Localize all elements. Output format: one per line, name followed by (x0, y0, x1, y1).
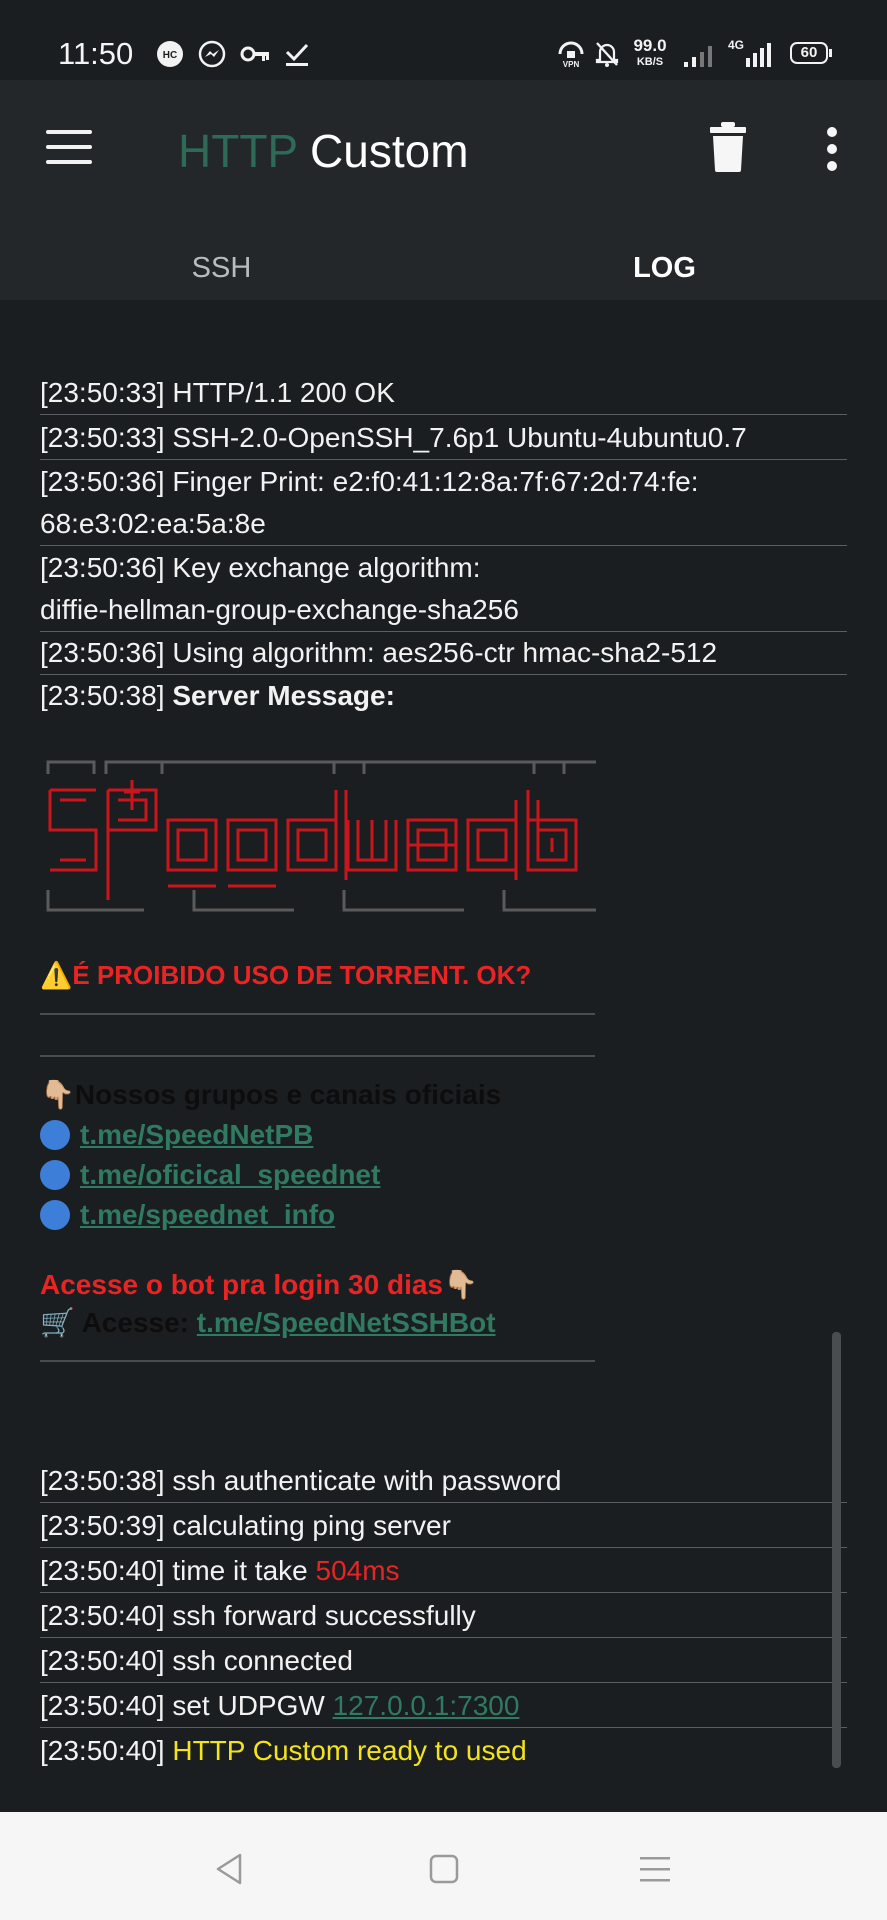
app-title: HTTP Custom (178, 124, 469, 178)
home-icon[interactable] (427, 1852, 461, 1886)
log-text: Finger Print: e2:f0:41:12:8a:7f:67:2d:74… (172, 466, 699, 497)
log-time: [23:50:40] (40, 1735, 165, 1766)
server-message-label: Server Message: (172, 680, 395, 711)
status-bar: 11:50 HC VPN 99.0 KB/S 4G 60 (0, 0, 887, 80)
log-entry: [23:50:40] time it take 504ms (40, 1550, 847, 1593)
log-text: ssh forward successfully (172, 1600, 476, 1631)
hc-icon: HC (157, 41, 183, 67)
log-time: [23:50:40] (40, 1690, 165, 1721)
net-speed: 99.0 KB/S (630, 36, 670, 70)
divider (40, 1360, 595, 1362)
battery-tip (829, 49, 832, 57)
log-time: [23:50:39] (40, 1510, 165, 1541)
log-entry: [23:50:40] set UDPGW 127.0.0.1:7300 (40, 1685, 847, 1728)
messenger-icon (198, 40, 226, 68)
net-type: 4G (728, 38, 745, 52)
log-text: HTTP/1.1 200 OK (172, 377, 395, 408)
globe-icon (40, 1160, 70, 1190)
log-entry: [23:50:40] ssh forward successfully (40, 1595, 847, 1638)
app-bar: HTTP Custom SSH LOG (0, 80, 887, 333)
divider (40, 1013, 595, 1015)
log-entry: [23:50:40] ssh connected (40, 1640, 847, 1683)
log-panel: [23:50:33] HTTP/1.1 200 OK [23:50:33] SS… (0, 300, 887, 1812)
udpgw-link[interactable]: 127.0.0.1:7300 (333, 1690, 520, 1721)
group-link-text[interactable]: t.me/oficical_speednet (80, 1159, 380, 1190)
battery-icon: 60 (790, 42, 828, 64)
divider (40, 1055, 595, 1057)
log-time: [23:50:38] (40, 1465, 165, 1496)
log-scrollbar[interactable] (832, 1332, 841, 1768)
status-time: 11:50 (58, 36, 134, 71)
log-time: [23:50:36] (40, 552, 165, 583)
log-entry: [23:50:36] Finger Print: e2:f0:41:12:8a:… (40, 461, 847, 546)
log-time: [23:50:36] (40, 637, 165, 668)
log-text-cont: 68:e3:02:ea:5a:8e (40, 508, 266, 539)
log-time: [23:50:33] (40, 422, 165, 453)
group-link[interactable]: t.me/speednet_info (40, 1195, 335, 1235)
log-entry: [23:50:39] calculating ping server (40, 1505, 847, 1548)
log-text: Using algorithm: aes256-ctr hmac-sha2-51… (172, 637, 718, 668)
torrent-warning: ⚠️É PROIBIDO USO DE TORRENT. OK? (40, 960, 532, 990)
tab-log[interactable]: LOG (443, 252, 886, 285)
battery-level: 60 (800, 44, 818, 61)
svg-text:VPN: VPN (563, 60, 580, 68)
bot-link[interactable]: t.me/SpeedNetSSHBot (197, 1307, 496, 1338)
key-icon (240, 46, 269, 62)
speednet-banner-art (46, 760, 596, 912)
download-done-icon (285, 43, 309, 66)
log-text-cont: diffie-hellman-group-exchange-sha256 (40, 594, 519, 625)
log-time: [23:50:38] (40, 680, 165, 711)
globe-icon (40, 1200, 70, 1230)
back-icon[interactable] (212, 1852, 246, 1886)
app-title-http: HTTP (178, 125, 298, 177)
log-time: [23:50:40] (40, 1600, 165, 1631)
system-nav-bar (0, 1812, 887, 1920)
log-text: set UDPGW (172, 1690, 333, 1721)
tab-ssh[interactable]: SSH (0, 252, 443, 285)
trash-icon[interactable] (710, 122, 746, 172)
recents-icon[interactable] (638, 1854, 672, 1884)
ping-value: 504ms (315, 1555, 400, 1586)
log-entry: [23:50:33] HTTP/1.1 200 OK (40, 372, 847, 415)
log-text: ssh connected (172, 1645, 353, 1676)
log-time: [23:50:33] (40, 377, 165, 408)
bell-off-icon (595, 42, 619, 67)
net-speed-unit: KB/S (636, 56, 664, 68)
log-text: SSH-2.0-OpenSSH_7.6p1 Ubuntu-4ubuntu0.7 (172, 422, 747, 453)
log-entry: [23:50:33] SSH-2.0-OpenSSH_7.6p1 Ubuntu-… (40, 417, 847, 460)
log-entry: [23:50:38] ssh authenticate with passwor… (40, 1460, 847, 1503)
signal-4g-icon (746, 43, 771, 67)
log-text: time it take (172, 1555, 316, 1586)
log-entry: [23:50:36] Using algorithm: aes256-ctr h… (40, 632, 847, 675)
log-entry: [23:50:40] HTTP Custom ready to used (40, 1730, 847, 1772)
group-link-text[interactable]: t.me/speednet_info (80, 1199, 335, 1230)
ready-text: HTTP Custom ready to used (172, 1735, 527, 1766)
svg-text:HC: HC (163, 50, 177, 61)
signal-icon (684, 46, 712, 67)
net-speed-value: 99.0 (633, 36, 667, 55)
log-time: [23:50:36] (40, 466, 165, 497)
groups-title: 👇🏼Nossos grupos e canais oficiais (40, 1079, 502, 1110)
log-time: [23:50:40] (40, 1645, 165, 1676)
log-entry: [23:50:36] Key exchange algorithm: diffi… (40, 547, 847, 632)
vpn-icon: VPN (558, 41, 584, 68)
server-message-header: [23:50:38] Server Message: (40, 676, 395, 716)
app-title-custom: Custom (297, 125, 469, 177)
group-link[interactable]: t.me/oficical_speednet (40, 1155, 380, 1195)
log-text: Key exchange algorithm: (172, 552, 481, 583)
bot-access-line: 🛒 Acesse: t.me/SpeedNetSSHBot (40, 1303, 496, 1343)
group-link-text[interactable]: t.me/SpeedNetPB (80, 1119, 313, 1150)
log-time: [23:50:40] (40, 1555, 165, 1586)
menu-icon[interactable] (46, 130, 92, 164)
group-link[interactable]: t.me/SpeedNetPB (40, 1115, 313, 1155)
bot-text: Acesse o bot pra login 30 dias👇🏼 (40, 1269, 478, 1300)
more-options-icon[interactable] (824, 126, 840, 172)
log-text: calculating ping server (172, 1510, 451, 1541)
bot-prefix: 🛒 Acesse: (40, 1307, 197, 1338)
log-text: ssh authenticate with password (172, 1465, 562, 1496)
globe-icon (40, 1120, 70, 1150)
